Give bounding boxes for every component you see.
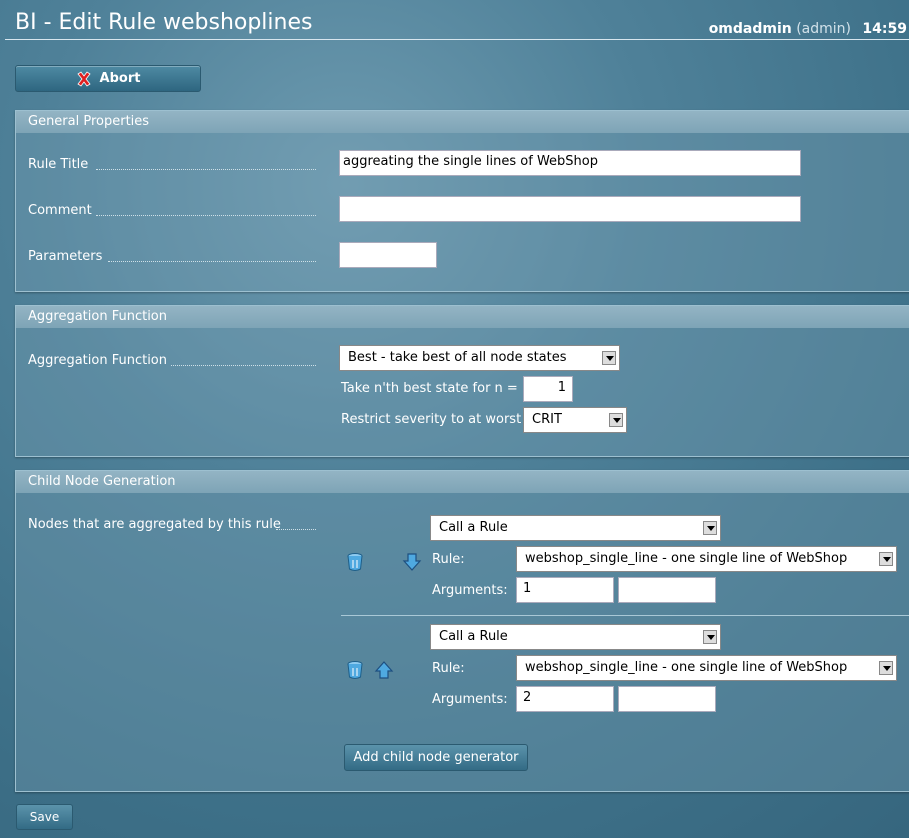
nodes-label: Nodes that are aggregated by this rule — [28, 517, 281, 532]
rule-title-field[interactable]: aggreating the single lines of WebShop — [339, 150, 801, 176]
chevron-down-icon — [602, 351, 616, 365]
rule-value: webshop_single_line - one single line of… — [525, 551, 848, 566]
parameters-field[interactable] — [339, 242, 437, 268]
node-type-select[interactable]: Call a Rule — [430, 624, 721, 650]
rule-select[interactable]: webshop_single_line - one single line of… — [516, 546, 897, 572]
argument-field-2[interactable] — [618, 577, 716, 603]
dotted-leader — [96, 215, 316, 216]
delete-icon[interactable] — [345, 552, 365, 572]
title-bar: BI - Edit Rule webshoplines omdadmin (ad… — [0, 0, 909, 42]
chevron-down-icon — [879, 552, 893, 566]
nth-field[interactable]: 1 — [523, 376, 573, 402]
clock: 14:59 — [862, 21, 907, 37]
child-node-section: Child Node Generation Nodes that are agg… — [15, 470, 909, 792]
restrict-select[interactable]: CRIT — [523, 407, 627, 433]
node-type-value: Call a Rule — [439, 629, 508, 644]
section-heading: General Properties — [16, 111, 909, 133]
restrict-value: CRIT — [532, 412, 562, 427]
chevron-down-icon — [703, 630, 717, 644]
add-child-node-label: Add child node generator — [353, 750, 519, 765]
argument-field-1[interactable]: 2 — [516, 686, 614, 712]
abort-label: Abort — [99, 71, 141, 86]
delete-icon[interactable] — [345, 660, 365, 680]
rule-value: webshop_single_line - one single line of… — [525, 660, 848, 675]
parameters-label: Parameters — [28, 249, 103, 264]
dotted-leader — [96, 169, 316, 170]
arguments-label: Arguments: — [432, 692, 508, 707]
nth-label: Take n'th best state for n = — [341, 381, 518, 396]
nth-value: 1 — [557, 380, 566, 395]
user-info: omdadmin (admin) — [709, 21, 851, 37]
node-type-value: Call a Rule — [439, 520, 508, 535]
node-type-select[interactable]: Call a Rule — [430, 515, 721, 541]
chevron-down-icon — [879, 661, 893, 675]
aggregation-function-label: Aggregation Function — [28, 353, 168, 368]
rule-label: Rule: — [432, 661, 465, 676]
dotted-leader — [276, 529, 316, 530]
add-child-node-button[interactable]: Add child node generator — [344, 744, 528, 771]
dotted-leader — [108, 261, 316, 262]
aggregation-function-section: Aggregation Function Aggregation Functio… — [15, 305, 909, 457]
chevron-down-icon — [609, 413, 623, 427]
chevron-down-icon — [703, 521, 717, 535]
user-role: (admin) — [796, 21, 851, 37]
restrict-label: Restrict severity to at worst — [341, 412, 522, 427]
comment-label: Comment — [28, 203, 92, 218]
username: omdadmin — [708, 21, 792, 37]
aggregation-function-value: Best - take best of all node states — [348, 350, 567, 365]
node-divider — [341, 615, 909, 616]
dotted-leader — [171, 365, 316, 366]
close-icon — [76, 70, 91, 87]
save-label: Save — [29, 810, 60, 824]
arguments-label: Arguments: — [432, 583, 508, 598]
general-properties-section: General Properties Rule Title aggreating… — [15, 110, 909, 292]
move-down-icon[interactable] — [402, 552, 422, 572]
comment-field[interactable] — [339, 196, 801, 222]
page-title: BI - Edit Rule webshoplines — [15, 10, 313, 35]
section-heading: Aggregation Function — [16, 306, 909, 328]
section-heading: Child Node Generation — [16, 471, 909, 493]
rule-select[interactable]: webshop_single_line - one single line of… — [516, 655, 897, 681]
rule-title-label: Rule Title — [28, 157, 89, 172]
abort-button[interactable]: Abort — [15, 65, 201, 92]
aggregation-function-select[interactable]: Best - take best of all node states — [339, 345, 620, 371]
argument-field-1[interactable]: 1 — [516, 577, 614, 603]
argument-field-2[interactable] — [618, 686, 716, 712]
title-divider — [5, 39, 909, 40]
rule-label: Rule: — [432, 552, 465, 567]
save-button[interactable]: Save — [16, 804, 73, 830]
move-up-icon[interactable] — [374, 660, 394, 680]
